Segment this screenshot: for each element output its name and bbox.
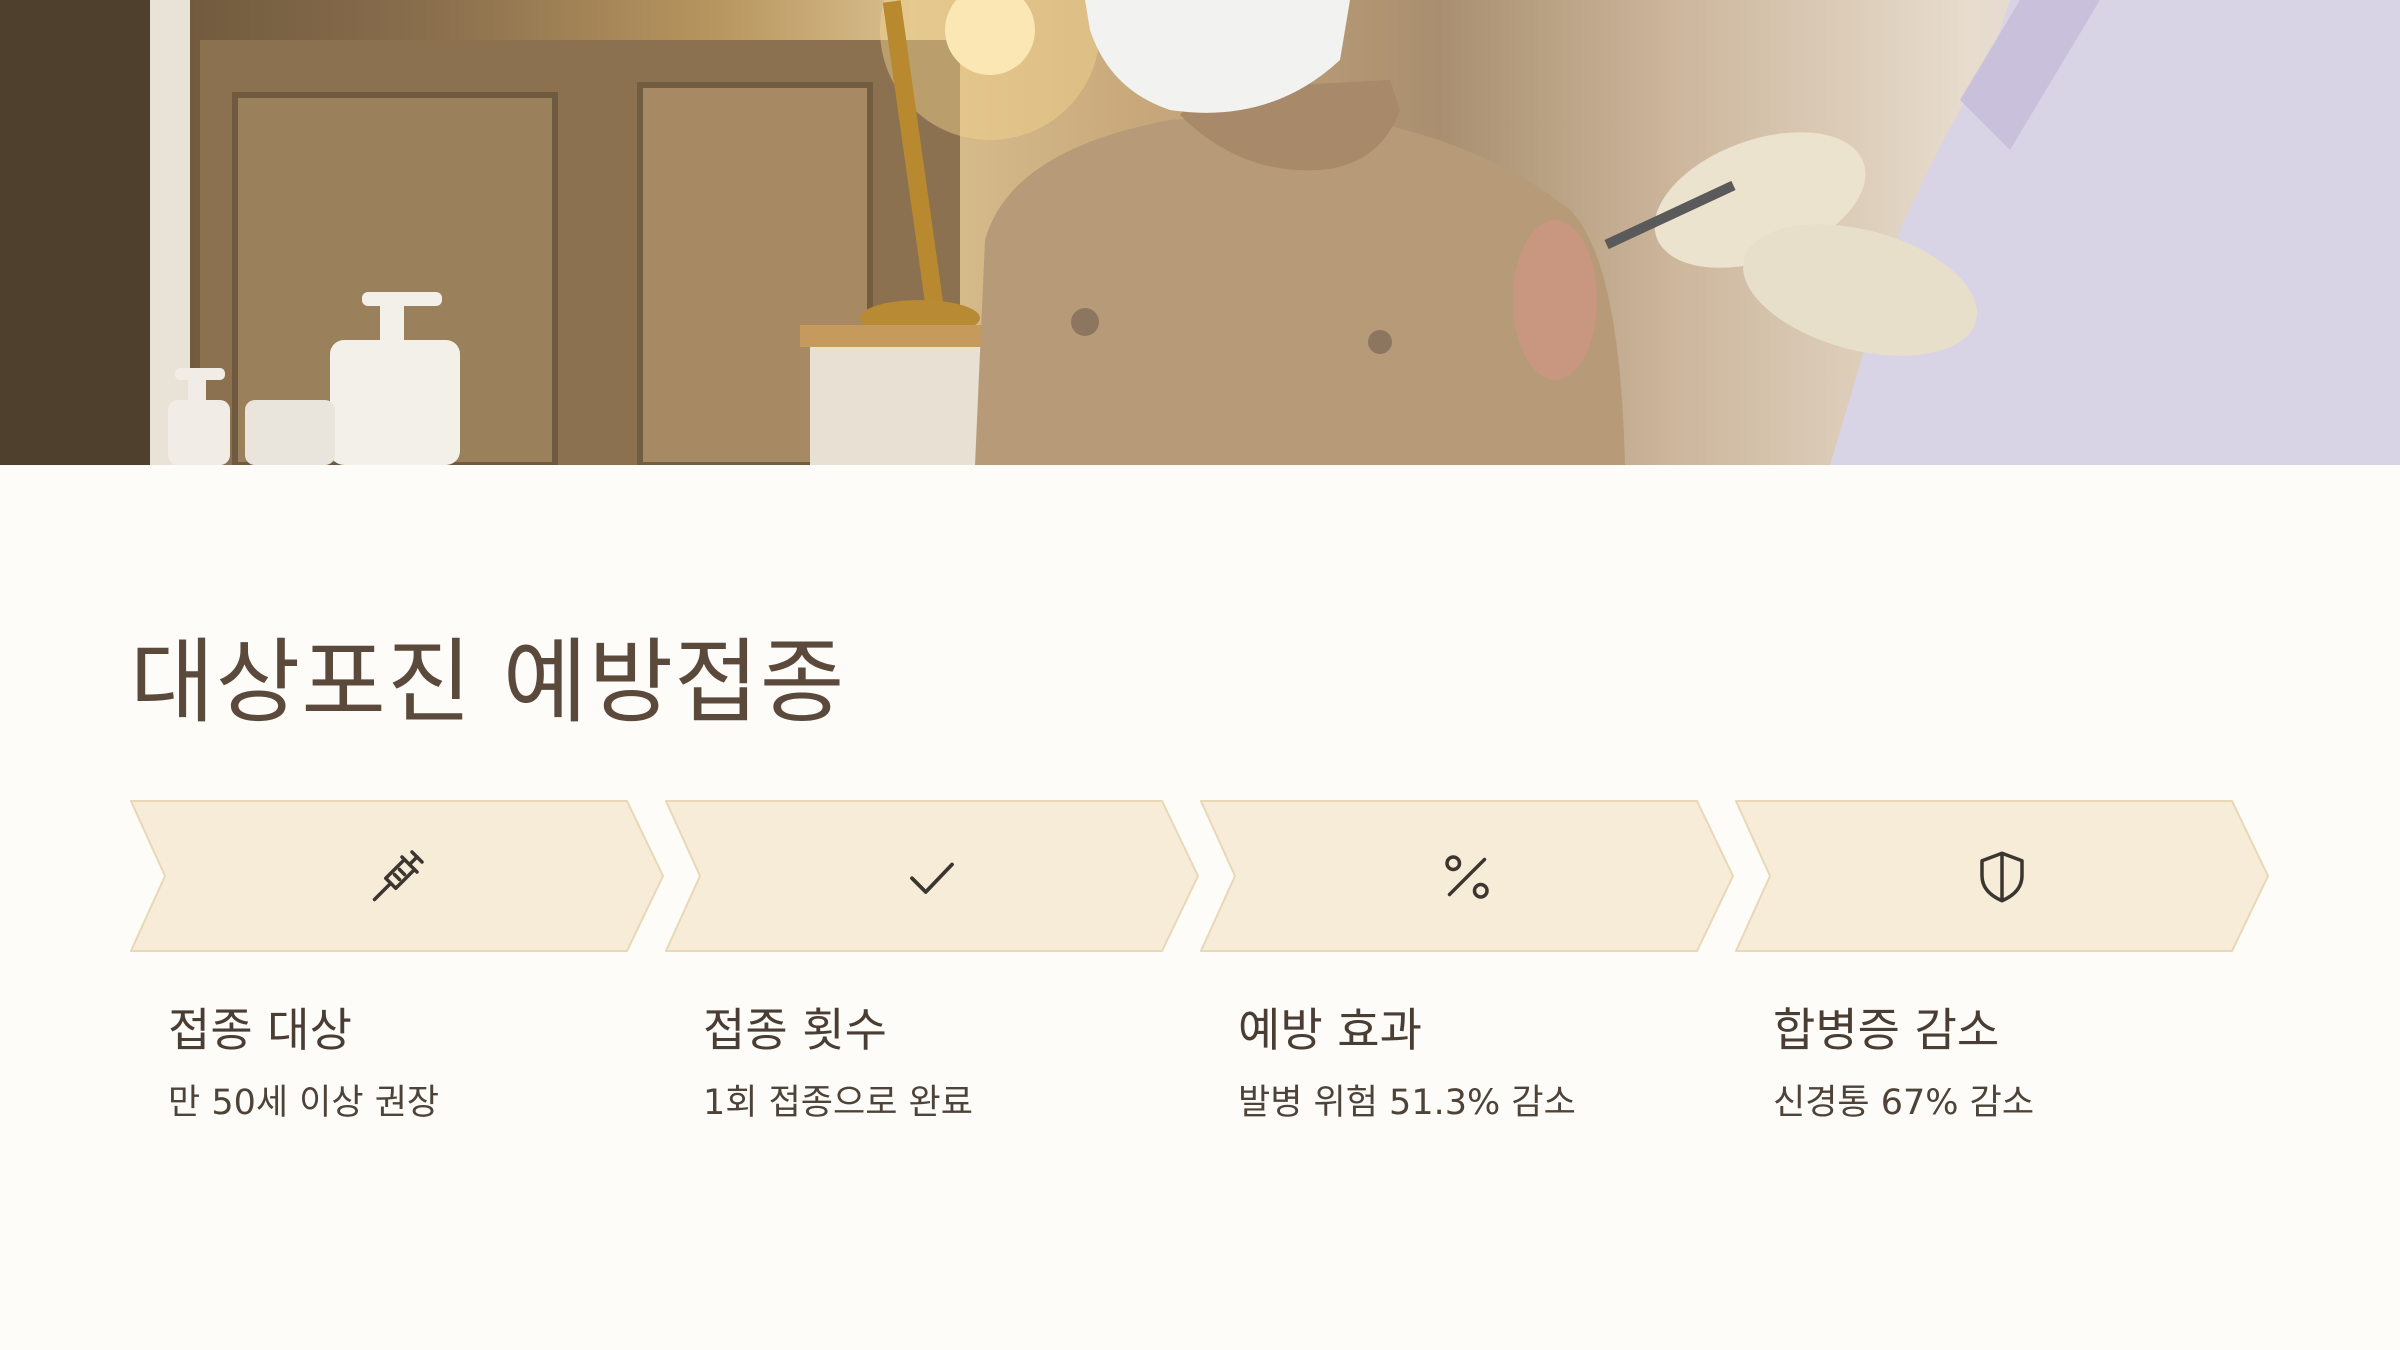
step-description: 1회 접종으로 완료 — [703, 1083, 973, 1123]
hero-photo — [0, 0, 2400, 465]
step-chevron-3 — [1200, 800, 1735, 952]
step-title: 접종 대상 — [168, 1003, 352, 1057]
step-chevron-2 — [665, 800, 1200, 952]
step-text-3: 예방 효과 발병 위험 51.3% 감소 — [1238, 1000, 1758, 1128]
check-icon — [910, 862, 954, 894]
step-title: 예방 효과 — [1238, 1003, 1422, 1057]
shield-icon — [1980, 851, 2024, 903]
vaccination-photo-illustration — [0, 0, 2400, 465]
percent-icon — [1445, 855, 1489, 899]
step-chevron-4 — [1735, 800, 2270, 952]
step-title: 합병증 감소 — [1773, 1003, 2000, 1057]
steps-row — [130, 800, 2270, 955]
step-text-1: 접종 대상 만 50세 이상 권장 — [168, 1000, 688, 1128]
step-description: 발병 위험 51.3% 감소 — [1238, 1083, 1576, 1123]
step-chevron-1 — [130, 800, 665, 952]
step-text-2: 접종 횟수 1회 접종으로 완료 — [703, 1000, 1223, 1128]
step-title: 접종 횟수 — [703, 1003, 887, 1057]
syringe-icon — [372, 850, 424, 902]
page-title: 대상포진 예방접종 — [130, 629, 846, 736]
step-description: 만 50세 이상 권장 — [168, 1083, 440, 1123]
step-text-4: 합병증 감소 신경통 67% 감소 — [1773, 1000, 2293, 1128]
step-description: 신경통 67% 감소 — [1773, 1083, 2035, 1123]
